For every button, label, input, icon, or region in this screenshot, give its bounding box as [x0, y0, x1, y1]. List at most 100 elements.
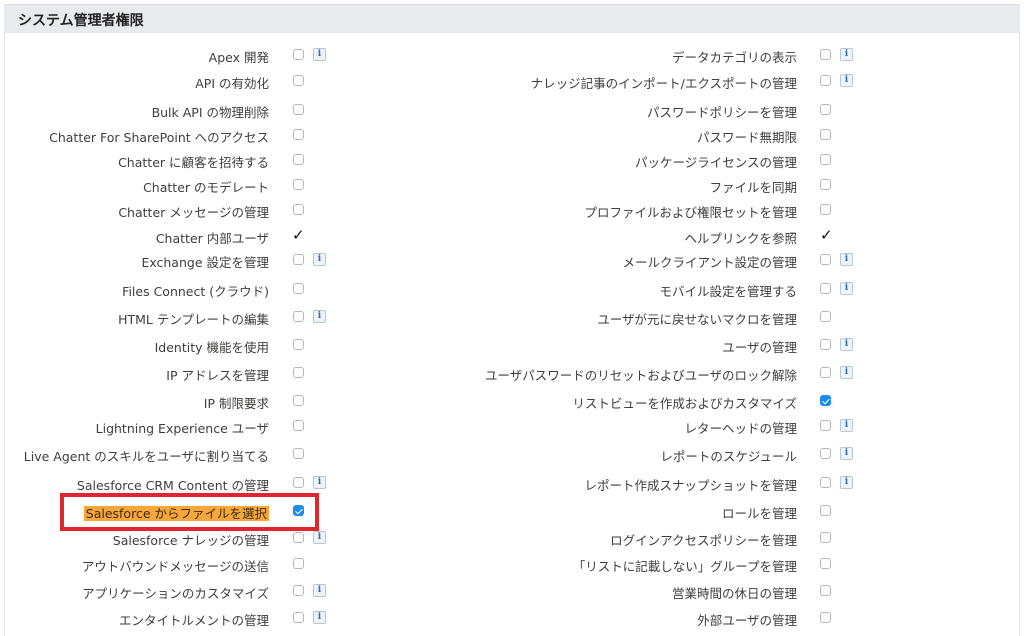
- permission-checkbox[interactable]: [293, 532, 304, 543]
- info-icon[interactable]: i: [840, 282, 853, 295]
- permission-label: Chatter のモデレート: [143, 180, 269, 195]
- permission-checkbox[interactable]: [820, 558, 831, 569]
- permission-row: Chatter のモデレート: [0, 174, 440, 196]
- permission-checkbox[interactable]: [820, 254, 831, 265]
- permission-label: Salesforce ナレッジの管理: [112, 533, 269, 548]
- info-icon[interactable]: i: [840, 447, 853, 460]
- permission-checkbox[interactable]: [820, 129, 831, 140]
- permission-checkbox[interactable]: [293, 311, 304, 322]
- permission-checkbox[interactable]: [293, 254, 304, 265]
- permission-checkbox[interactable]: [820, 367, 831, 378]
- info-icon[interactable]: i: [313, 48, 326, 61]
- permission-label: ナレッジ記事のインポート/エクスポートの管理: [530, 76, 797, 91]
- permission-label: ファイルを同期: [709, 180, 797, 195]
- info-icon[interactable]: i: [840, 74, 853, 87]
- permission-label: HTML テンプレートの編集: [118, 312, 269, 327]
- permission-row: Lightning Experience ユーザ: [0, 415, 440, 437]
- permission-checkbox[interactable]: [820, 179, 831, 190]
- permission-checkbox[interactable]: [820, 154, 831, 165]
- permission-row: IP 制限要求: [0, 390, 440, 412]
- info-icon[interactable]: i: [313, 476, 326, 489]
- permission-checkbox[interactable]: [293, 612, 304, 623]
- permission-checkbox[interactable]: [820, 339, 831, 350]
- info-icon[interactable]: i: [840, 366, 853, 379]
- permission-label: 「リストに記載しない」グループを管理: [572, 559, 797, 574]
- info-icon[interactable]: i: [840, 338, 853, 351]
- permission-checkbox[interactable]: [820, 420, 831, 431]
- section-header: システム管理者権限: [4, 4, 1020, 33]
- permission-row: Identity 機能を使用: [0, 334, 440, 356]
- permission-checkbox[interactable]: [820, 585, 831, 596]
- permission-checkbox[interactable]: [293, 367, 304, 378]
- permission-label: Chatter メッセージの管理: [118, 205, 269, 220]
- permission-row: Chatter に顧客を招待する: [0, 149, 440, 171]
- permission-label-highlighted: Salesforce からファイルを選択: [83, 506, 269, 521]
- permission-checkbox[interactable]: [820, 204, 831, 215]
- info-icon[interactable]: i: [313, 584, 326, 597]
- info-icon[interactable]: i: [313, 611, 326, 624]
- permission-row: ユーザパスワードのリセットおよびユーザのロック解除 i: [470, 362, 870, 384]
- permission-label: パッケージライセンスの管理: [634, 155, 797, 170]
- permission-checkbox[interactable]: [293, 448, 304, 459]
- permission-label: メールクライアント設定の管理: [622, 255, 797, 270]
- section-title: システム管理者権限: [18, 13, 144, 29]
- permission-label: 外部ユーザの管理: [697, 613, 797, 628]
- permission-row: メールクライアント設定の管理 i: [470, 249, 870, 271]
- info-icon[interactable]: i: [840, 476, 853, 489]
- permission-checkbox[interactable]: [293, 339, 304, 350]
- permission-label: データカテゴリの表示: [671, 50, 797, 65]
- permission-label: モバイル設定を管理する: [659, 284, 797, 299]
- info-icon[interactable]: i: [313, 310, 326, 323]
- permission-checkbox[interactable]: [293, 585, 304, 596]
- permission-row: Chatter メッセージの管理: [0, 199, 440, 221]
- permission-checkbox[interactable]: [293, 154, 304, 165]
- permission-label: レポートのスケジュール: [660, 449, 797, 464]
- permission-label: プロファイルおよび権限セットを管理: [584, 205, 797, 220]
- permission-row: Salesforce CRM Content の管理 i: [0, 472, 440, 494]
- permission-label: Lightning Experience ユーザ: [95, 421, 269, 436]
- permission-label: ロールを管理: [721, 506, 797, 521]
- info-icon[interactable]: i: [840, 419, 853, 432]
- permission-row: エンタイトルメントの管理 i: [0, 607, 440, 629]
- info-icon[interactable]: i: [840, 48, 853, 61]
- permission-checkbox[interactable]: [293, 558, 304, 569]
- permission-checkbox[interactable]: [293, 75, 304, 86]
- permission-label: IP 制限要求: [203, 396, 269, 411]
- permission-checkbox[interactable]: [293, 129, 304, 140]
- permission-checkbox[interactable]: [820, 104, 831, 115]
- permission-checkbox[interactable]: [293, 283, 304, 294]
- permission-checkbox[interactable]: [820, 532, 831, 543]
- permission-label: Salesforce CRM Content の管理: [76, 478, 269, 493]
- permission-checkbox[interactable]: [293, 505, 304, 516]
- permission-row: レポート作成スナップショットを管理 i: [470, 472, 870, 494]
- permission-checkbox[interactable]: [293, 179, 304, 190]
- info-icon[interactable]: i: [840, 253, 853, 266]
- permission-checkbox[interactable]: [820, 448, 831, 459]
- permission-checkbox[interactable]: [820, 49, 831, 60]
- permission-checkbox[interactable]: [293, 104, 304, 115]
- permission-label: リストビューを作成およびカスタマイズ: [572, 396, 797, 411]
- permission-checkbox[interactable]: [820, 283, 831, 294]
- permission-row: パスワード無期限: [470, 124, 870, 146]
- info-icon[interactable]: i: [313, 531, 326, 544]
- permission-label: パスワードポリシーを管理: [646, 105, 797, 120]
- info-icon[interactable]: i: [313, 253, 326, 266]
- permission-checkbox[interactable]: [293, 477, 304, 488]
- permission-label: Exchange 設定を管理: [141, 255, 269, 270]
- permission-checkbox[interactable]: [820, 75, 831, 86]
- permission-row: ユーザが元に戻せないマクロを管理: [470, 306, 870, 328]
- permission-row: HTML テンプレートの編集 i: [0, 306, 440, 328]
- permission-label: ヘルプリンクを参照: [684, 231, 797, 246]
- permission-row: 営業時間の休日の管理: [470, 580, 870, 602]
- permission-checkbox[interactable]: [293, 395, 304, 406]
- permission-checkbox[interactable]: [820, 311, 831, 322]
- permission-checkbox[interactable]: [293, 49, 304, 60]
- permission-checkbox[interactable]: [820, 505, 831, 516]
- permission-checkbox[interactable]: [293, 204, 304, 215]
- permission-checkbox[interactable]: [820, 477, 831, 488]
- permission-checkbox[interactable]: [820, 395, 831, 406]
- permission-row: Apex 開発 i: [0, 44, 440, 66]
- permission-label: Chatter For SharePoint へのアクセス: [49, 130, 269, 145]
- permission-checkbox[interactable]: [820, 612, 831, 623]
- permission-checkbox[interactable]: [293, 420, 304, 431]
